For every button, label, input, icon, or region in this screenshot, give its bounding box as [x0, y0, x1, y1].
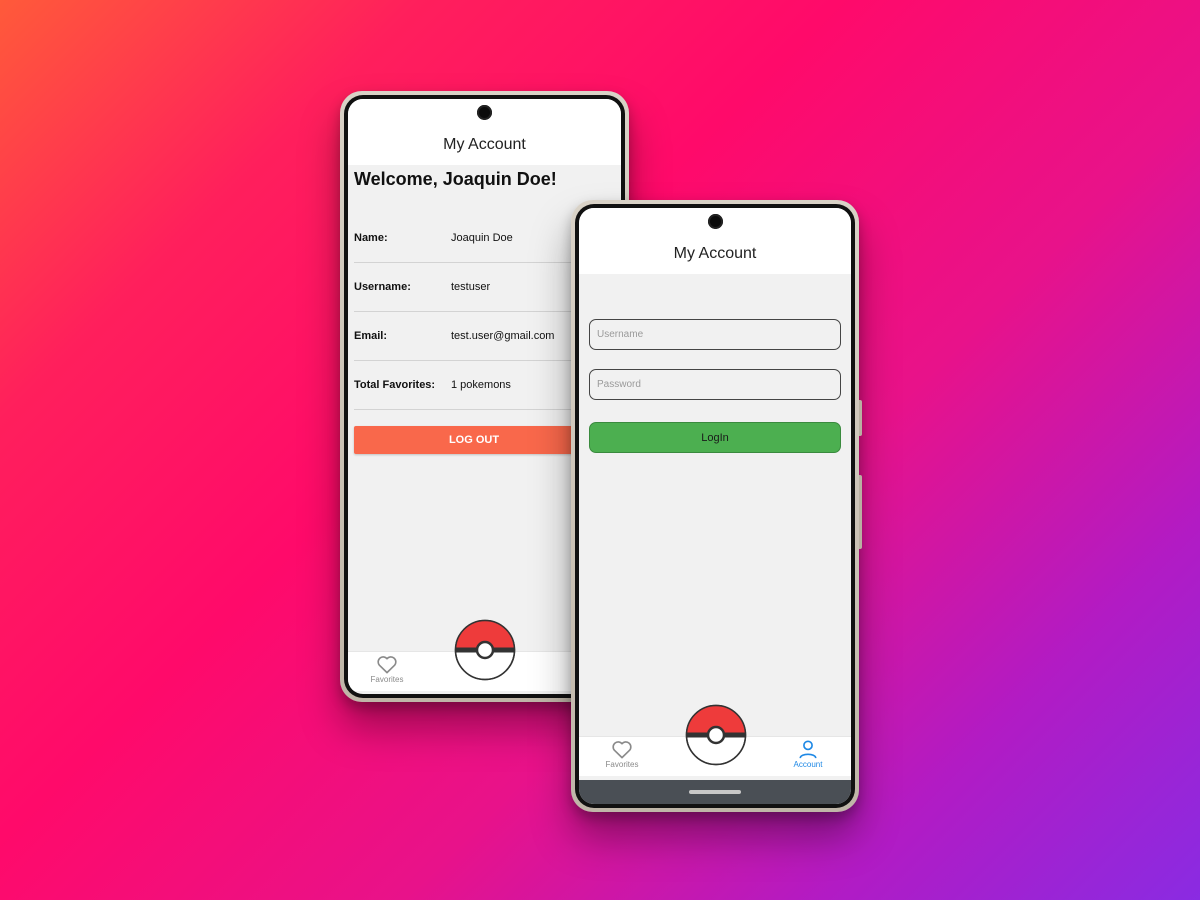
tab-label: Favorites: [605, 760, 639, 769]
phone-login: My Account LogIn Favorites Accoun: [571, 200, 862, 812]
tab-label: Favorites: [370, 675, 404, 684]
info-row-email: Email: test.user@gmail.com: [354, 312, 594, 361]
heart-icon: [377, 656, 397, 674]
pokeball-icon[interactable]: [454, 619, 516, 681]
page: { "accent_colors": { "logout": "#f9684b"…: [0, 0, 1200, 900]
info-value: 1 pokemons: [451, 379, 511, 391]
welcome-heading: Welcome, Joaquin Doe!: [354, 169, 557, 189]
login-button[interactable]: LogIn: [589, 422, 841, 453]
account-info-list: Name: Joaquin Doe Username: testuser Ema…: [354, 214, 594, 410]
phone-bezel: My Account LogIn Favorites Accoun: [575, 204, 855, 808]
info-row-name: Name: Joaquin Doe: [354, 214, 594, 263]
tab-label: Account: [793, 760, 823, 769]
info-label: Name:: [354, 232, 388, 244]
password-input[interactable]: [589, 369, 841, 400]
info-label: Email:: [354, 330, 388, 342]
info-value: testuser: [451, 281, 491, 293]
heart-icon: [612, 741, 632, 759]
front-camera: [707, 214, 723, 229]
system-navigation-bar: [579, 780, 851, 804]
username-input[interactable]: [589, 319, 841, 350]
home-gesture-handle[interactable]: [689, 790, 741, 794]
info-row-total-favorites: Total Favorites: 1 pokemons: [354, 361, 594, 410]
tab-favorites[interactable]: Favorites: [352, 654, 422, 684]
pokeball-icon[interactable]: [685, 704, 747, 766]
side-button: [859, 400, 862, 436]
info-value: test.user@gmail.com: [451, 330, 555, 342]
login-screen: My Account LogIn Favorites Accoun: [579, 208, 851, 804]
info-label: Total Favorites:: [354, 379, 436, 391]
tab-favorites[interactable]: Favorites: [587, 739, 657, 769]
side-button: [859, 475, 862, 549]
info-row-username: Username: testuser: [354, 263, 594, 312]
person-icon: [799, 740, 817, 759]
page-title: My Account: [443, 136, 526, 153]
page-title: My Account: [673, 245, 757, 262]
front-camera: [477, 105, 492, 120]
logout-button[interactable]: LOG OUT: [354, 426, 594, 454]
info-value: Joaquin Doe: [451, 232, 513, 244]
info-label: Username:: [354, 281, 411, 293]
tab-account[interactable]: Account: [773, 739, 843, 769]
